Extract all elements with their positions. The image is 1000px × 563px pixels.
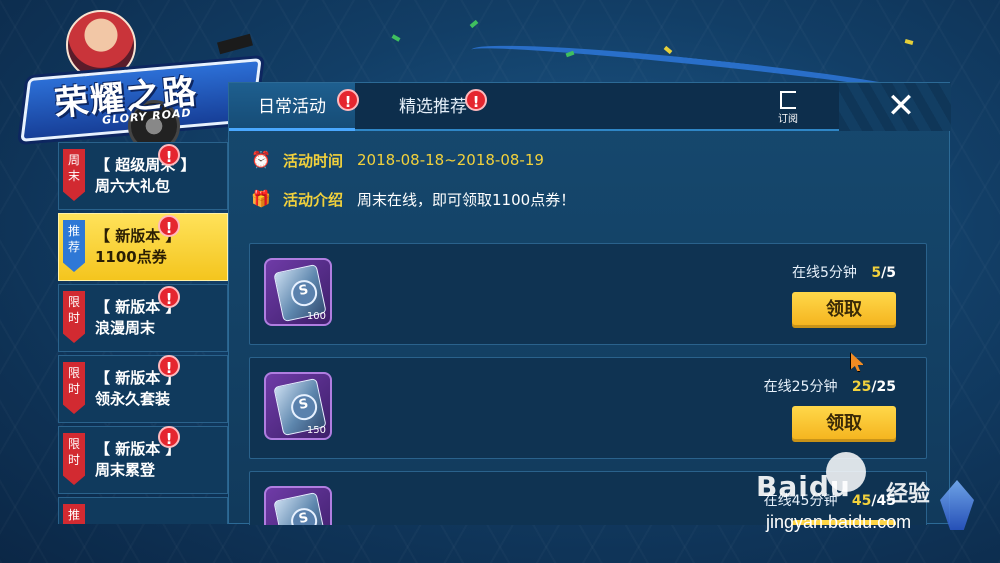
watermark-brand: Baidu xyxy=(756,470,851,503)
gift-icon: 🎁 xyxy=(251,189,271,208)
activity-intro-row: 🎁 活动介绍 周末在线，即可领取1100点券！ xyxy=(251,186,575,212)
side-tag: 推荐 xyxy=(63,220,85,272)
progress-count: 5/5 xyxy=(871,265,896,281)
watermark-sub: 经验 xyxy=(886,482,931,507)
clock-icon: ⏰ xyxy=(251,150,271,169)
sidebar-item-line2: 周六大礼包 xyxy=(95,177,171,195)
coupon-quantity: 100 xyxy=(306,311,326,322)
side-tag: 限时 xyxy=(63,362,85,414)
activity-time-label: 活动时间 xyxy=(283,151,344,170)
sidebar-item-new-version-coupons[interactable]: 推荐 【 新版本 】 1100点券 xyxy=(58,213,228,281)
sidebar-item-super-weekend[interactable]: 周末 【 超级周末 】 周六大礼包 xyxy=(58,142,228,210)
subscribe-button[interactable]: 订阅 xyxy=(771,91,805,127)
alert-badge-icon: ! xyxy=(158,286,180,308)
reward-condition: 在线5分钟 5/5 xyxy=(792,262,896,282)
alert-badge-icon: ! xyxy=(337,89,359,111)
activity-sidebar[interactable]: 周末 【 超级周末 】 周六大礼包 推荐 【 新版本 】 1100点券 限时 【… xyxy=(58,142,228,524)
sidebar-item-line1: 【 超级周末 】 xyxy=(95,156,196,174)
side-tag: 限时 xyxy=(63,291,85,343)
sidebar-item-line2: 浪漫周末 xyxy=(95,319,156,337)
coupon-item[interactable]: 100 xyxy=(264,258,332,326)
sidebar-item-line2: 1100点券 xyxy=(95,248,167,266)
alert-badge-icon: ! xyxy=(158,355,180,377)
claim-button[interactable]: 领取 xyxy=(792,292,896,328)
activity-time-row: ⏰ 活动时间 2018-08-18~2018-08-19 xyxy=(251,147,544,173)
reward-item: 100 在线5分钟 5/5 领取 xyxy=(249,243,927,345)
tab-bar: 日常活动 ! 精选推荐 ! 订阅 ✕ xyxy=(229,83,951,131)
subscribe-icon xyxy=(780,91,796,109)
progress-current: 5 xyxy=(871,265,882,281)
coupon-item[interactable] xyxy=(264,486,332,525)
side-tag: 周末 xyxy=(63,149,85,201)
side-tag: 限时 xyxy=(63,433,85,485)
activity-intro-label: 活动介绍 xyxy=(283,190,344,209)
sidebar-item-romantic-weekend[interactable]: 限时 【 新版本 】 浪漫周末 xyxy=(58,284,228,352)
coupon-quantity: 150 xyxy=(306,425,326,436)
activity-intro-value: 周末在线，即可领取1100点券！ xyxy=(357,190,576,209)
sidebar-item-permanent-outfit[interactable]: 限时 【 新版本 】 领永久套装 xyxy=(58,355,228,423)
claim-button[interactable]: 领取 xyxy=(792,406,896,442)
alert-badge-icon: ! xyxy=(465,89,487,111)
progress-count: 25/25 xyxy=(851,379,896,395)
reward-condition: 在线25分钟 25/25 xyxy=(764,376,896,396)
subscribe-label: 订阅 xyxy=(778,114,798,125)
activity-time-value: 2018-08-18~2018-08-19 xyxy=(357,151,544,169)
tab-label: 日常活动 xyxy=(258,97,326,117)
side-tag: 推 xyxy=(63,504,85,524)
watermark-url: jingyan.baidu.com xyxy=(766,512,912,532)
sidebar-item-weekend-login[interactable]: 限时 【 新版本 】 周末累登 xyxy=(58,426,228,494)
coupon-icon xyxy=(273,491,327,525)
alert-badge-icon: ! xyxy=(158,144,180,166)
progress-total: 25 xyxy=(876,379,896,395)
reward-item: 150 在线25分钟 25/25 领取 xyxy=(249,357,927,459)
coupon-item[interactable]: 150 xyxy=(264,372,332,440)
condition-text: 在线25分钟 xyxy=(763,379,838,395)
tab-label: 精选推荐 xyxy=(399,97,467,117)
sidebar-item-label: 【 超级周末 】 周六大礼包 xyxy=(95,155,195,197)
sidebar-item-partial[interactable]: 推 xyxy=(58,497,228,524)
alert-badge-icon: ! xyxy=(158,426,180,448)
graduation-cap-icon xyxy=(217,33,253,55)
progress-current: 25 xyxy=(851,379,872,395)
sidebar-item-line2: 周末累登 xyxy=(95,461,156,479)
condition-text: 在线5分钟 xyxy=(792,265,857,281)
close-button[interactable]: ✕ xyxy=(883,89,919,125)
progress-total: 5 xyxy=(886,265,896,281)
alert-badge-icon: ! xyxy=(158,215,180,237)
sidebar-item-line2: 领永久套装 xyxy=(95,390,171,408)
tab-daily-activities[interactable]: 日常活动 xyxy=(229,83,355,131)
